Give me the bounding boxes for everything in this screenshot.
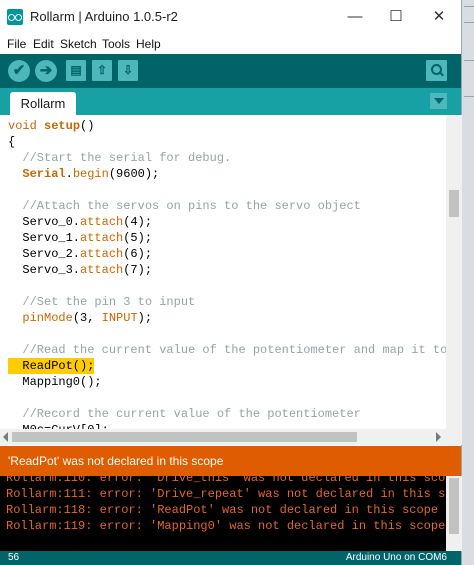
code-line: Serial.begin(9600); <box>8 166 159 182</box>
scroll-right-arrow-icon[interactable] <box>436 432 441 442</box>
code-token: attach <box>80 263 124 277</box>
menu-help[interactable]: Help <box>136 37 161 51</box>
code-line: //Set the pin 3 to input <box>8 294 195 310</box>
code-line: pinMode(3, INPUT); <box>8 310 152 326</box>
editor-horizontal-scroll-thumb[interactable] <box>12 432 357 442</box>
code-token: Servo_0. <box>8 215 81 229</box>
code-line: Mapping0(); <box>8 374 102 390</box>
menu-tools[interactable]: Tools <box>102 37 130 51</box>
code-line: Servo_1.attach(5); <box>8 230 152 246</box>
new-sketch-icon[interactable]: ▤ <box>66 60 86 81</box>
code-token: Servo_3. <box>8 263 81 277</box>
console-output[interactable]: Rollarm:110: error: 'Drive_this' was not… <box>0 476 446 551</box>
maximize-button[interactable]: ☐ <box>376 4 416 30</box>
close-button[interactable]: ✕ <box>419 4 459 30</box>
error-message-bar: 'ReadPot' was not declared in this scope <box>0 446 461 476</box>
console-error-line: Rollarm:119: error: 'Mapping0' was not d… <box>6 519 446 533</box>
tab-menu-dropdown-icon[interactable] <box>430 93 447 109</box>
toolbar: ✔ ➔ ▤ ⇧ ⇩ <box>0 54 461 88</box>
editor-vertical-scrollbar[interactable] <box>446 115 462 445</box>
console-error-line: Rollarm:110: error: 'Drive_this' was not… <box>6 476 446 485</box>
code-token: ); <box>137 311 153 325</box>
code-token: //Attach the servos on pins to the servo… <box>8 199 361 213</box>
background-text-line <box>464 96 474 97</box>
code-token: INPUT <box>101 311 138 325</box>
code-token: //Start the serial for debug. <box>8 151 232 165</box>
code-token: () <box>80 119 95 133</box>
code-token: //Record the current value of the potent… <box>8 407 361 421</box>
code-token: attach <box>80 215 124 229</box>
minimize-button[interactable]: — <box>335 4 375 30</box>
code-token: pinMode <box>22 311 73 325</box>
code-token: setup <box>44 119 81 133</box>
code-token: Serial <box>22 167 66 181</box>
tab-rollarm[interactable]: Rollarm <box>10 92 76 115</box>
code-token: (5); <box>123 231 153 245</box>
save-sketch-icon[interactable]: ⇩ <box>118 60 138 81</box>
code-line: Servo_2.attach(6); <box>8 246 152 262</box>
code-line: //Read the current value of the potentio… <box>8 342 446 358</box>
serial-monitor-icon[interactable] <box>426 60 447 81</box>
window-title: Rollarm | Arduino 1.0.5-r2 <box>30 9 178 24</box>
menu-file[interactable]: File <box>7 37 26 51</box>
open-sketch-icon[interactable]: ⇧ <box>92 60 112 81</box>
menu-bar: File Edit Sketch Tools Help <box>0 34 461 54</box>
upload-icon[interactable]: ➔ <box>35 60 57 82</box>
code-line: //Record the current value of the potent… <box>8 406 361 422</box>
code-token: (4); <box>123 215 153 229</box>
code-line-error-highlight: ReadPot(); <box>8 358 95 374</box>
menu-edit[interactable]: Edit <box>33 37 54 51</box>
code-token: Servo_1. <box>8 231 81 245</box>
error-message: 'ReadPot' was not declared in this scope <box>8 454 224 468</box>
editor-vertical-scroll-thumb[interactable] <box>449 190 459 217</box>
background-text-line <box>464 6 474 7</box>
code-token: void <box>8 119 45 133</box>
code-token: (6); <box>123 247 153 261</box>
code-token: ReadPot(); <box>8 359 95 373</box>
code-token: . <box>65 167 73 181</box>
console-error-line: Rollarm:118: error: 'ReadPot' was not de… <box>6 503 439 517</box>
code-editor[interactable]: void setup(){ //Start the serial for deb… <box>0 115 446 445</box>
arduino-logo-icon <box>7 9 23 25</box>
title-bar[interactable]: Rollarm | Arduino 1.0.5-r2 — ☐ ✕ <box>0 0 461 34</box>
code-token: attach <box>80 231 124 245</box>
line-number: 56 <box>8 552 20 563</box>
code-line: //Start the serial for debug. <box>8 150 231 166</box>
background-text-line <box>464 60 474 61</box>
code-line: { <box>8 134 15 150</box>
arduino-ide-window: Rollarm | Arduino 1.0.5-r2 — ☐ ✕ File Ed… <box>0 0 462 565</box>
console-scroll-thumb[interactable] <box>449 478 459 534</box>
status-bar: 56 Arduino Uno on COM6 <box>0 551 461 565</box>
desktop-background <box>462 0 474 565</box>
code-token: //Read the current value of the potentio… <box>8 343 446 357</box>
code-token: Servo_2. <box>8 247 81 261</box>
code-token: attach <box>80 247 124 261</box>
board-port-status: Arduino Uno on COM6 <box>345 552 447 563</box>
code-token: { <box>8 135 16 149</box>
console-error-line: Rollarm:111: error: 'Drive_repeat' was n… <box>6 487 446 501</box>
background-text-line <box>464 22 474 23</box>
code-token: begin <box>72 167 109 181</box>
menu-sketch[interactable]: Sketch <box>60 37 97 51</box>
code-line: Servo_0.attach(4); <box>8 214 152 230</box>
code-token: (3, <box>72 311 102 325</box>
scroll-left-arrow-icon[interactable] <box>3 432 8 442</box>
tab-bar: Rollarm <box>0 88 461 115</box>
code-line: Servo_3.attach(7); <box>8 262 152 278</box>
code-token: Mapping0(); <box>8 375 102 389</box>
code-token: (7); <box>123 263 153 277</box>
code-token: //Set the pin 3 to input <box>8 295 196 309</box>
verify-icon[interactable]: ✔ <box>8 60 30 82</box>
code-line: void setup() <box>8 118 94 134</box>
code-line: //Attach the servos on pins to the servo… <box>8 198 361 214</box>
code-token: (9600); <box>108 167 160 181</box>
